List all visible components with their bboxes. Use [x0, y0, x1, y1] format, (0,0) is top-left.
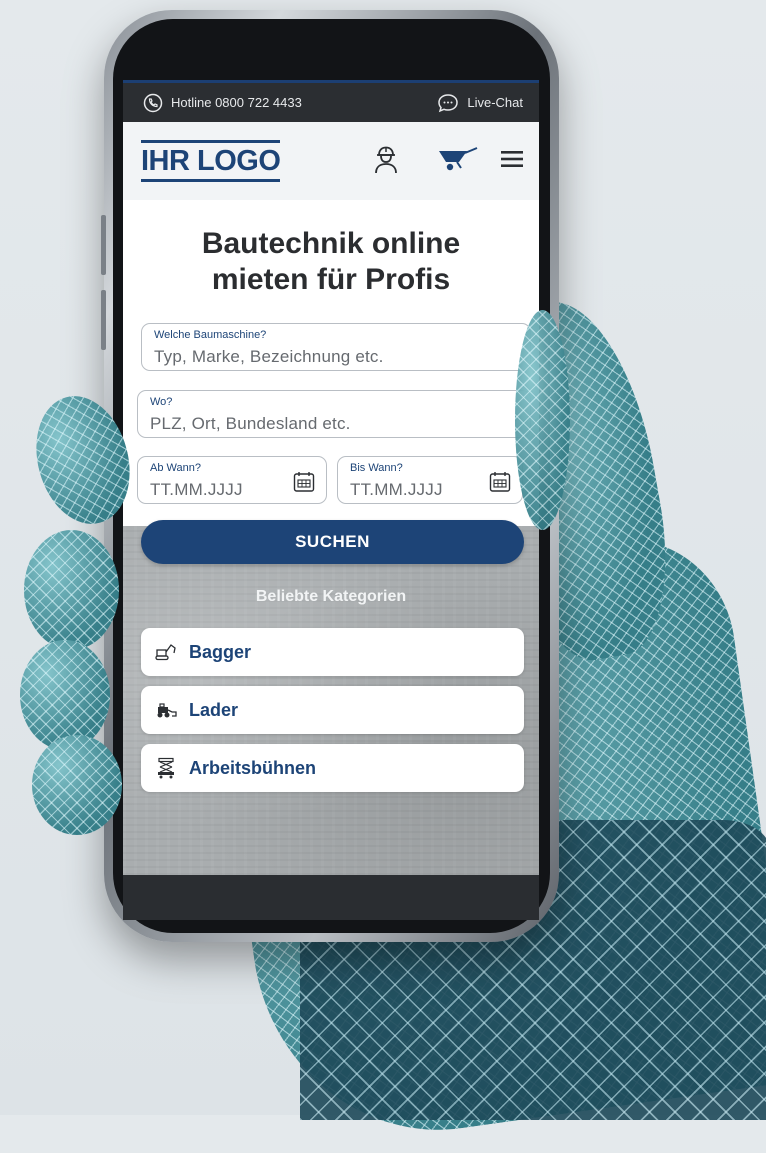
machine-field-placeholder: Typ, Marke, Bezeichnung etc.: [154, 347, 384, 366]
category-arbeitsbuehnen[interactable]: Arbeitsbühnen: [141, 744, 524, 792]
end-date-placeholder: TT.MM.JJJJ: [350, 480, 443, 499]
hand-finger: [24, 530, 119, 650]
site-header: IHR LOGO: [123, 122, 539, 200]
category-label: Lader: [189, 699, 239, 720]
phone-side-button: [101, 215, 106, 275]
wheelbarrow-cart-icon[interactable]: [437, 146, 479, 177]
hero-title-line1: Bautechnik online: [201, 227, 461, 260]
excavator-icon: [155, 641, 177, 663]
location-field-label: Wo?: [150, 396, 173, 408]
category-bagger[interactable]: Bagger: [141, 628, 524, 676]
category-lader[interactable]: Lader: [141, 686, 524, 734]
hero-title: Bautechnik online mieten für Profis: [123, 226, 539, 298]
hand-thumb-tip: [515, 310, 570, 530]
hero-title-line2: mieten für Profis: [211, 263, 451, 296]
phone-side-button: [101, 290, 106, 350]
category-label: Bagger: [189, 641, 252, 662]
chat-bubble-icon: [437, 93, 459, 113]
location-field-placeholder: PLZ, Ort, Bundesland etc.: [150, 414, 351, 433]
categories-heading: Beliebte Kategorien: [255, 588, 407, 605]
calendar-icon[interactable]: [293, 471, 315, 498]
scissor-lift-icon: [155, 757, 177, 779]
chat-label: Live-Chat: [467, 95, 523, 110]
phone-icon: [143, 93, 163, 113]
phone-screen: Hotline 0800 722 4433 Live-Chat IHR LOGO: [123, 80, 539, 875]
start-date-field[interactable]: Ab Wann? TT.MM.JJJJ: [137, 456, 327, 504]
end-date-field[interactable]: Bis Wann? TT.MM.JJJJ: [337, 456, 523, 504]
end-date-label: Bis Wann?: [350, 462, 403, 474]
hand-finger: [32, 735, 122, 835]
search-button[interactable]: SUCHEN: [141, 520, 524, 564]
start-date-placeholder: TT.MM.JJJJ: [150, 480, 243, 499]
site-logo[interactable]: IHR LOGO: [141, 140, 281, 182]
calendar-icon[interactable]: [489, 471, 511, 498]
phone-bottom-bar: [123, 875, 539, 920]
hotline-label: Hotline 0800 722 4433: [171, 95, 302, 110]
loader-icon: [155, 699, 177, 721]
contact-bar: Hotline 0800 722 4433 Live-Chat: [123, 80, 539, 122]
machine-search-field[interactable]: Welche Baumaschine? Typ, Marke, Bezeichn…: [141, 323, 531, 371]
live-chat-link[interactable]: Live-Chat: [437, 93, 523, 113]
location-search-field[interactable]: Wo? PLZ, Ort, Bundesland etc.: [137, 390, 531, 438]
category-label: Arbeitsbühnen: [189, 757, 317, 778]
start-date-label: Ab Wann?: [150, 462, 201, 474]
hand-finger: [20, 640, 110, 750]
hamburger-menu-icon[interactable]: [501, 149, 523, 174]
machine-field-label: Welche Baumaschine?: [154, 329, 267, 341]
user-worker-icon[interactable]: [373, 144, 399, 179]
hotline-link[interactable]: Hotline 0800 722 4433: [143, 93, 302, 113]
